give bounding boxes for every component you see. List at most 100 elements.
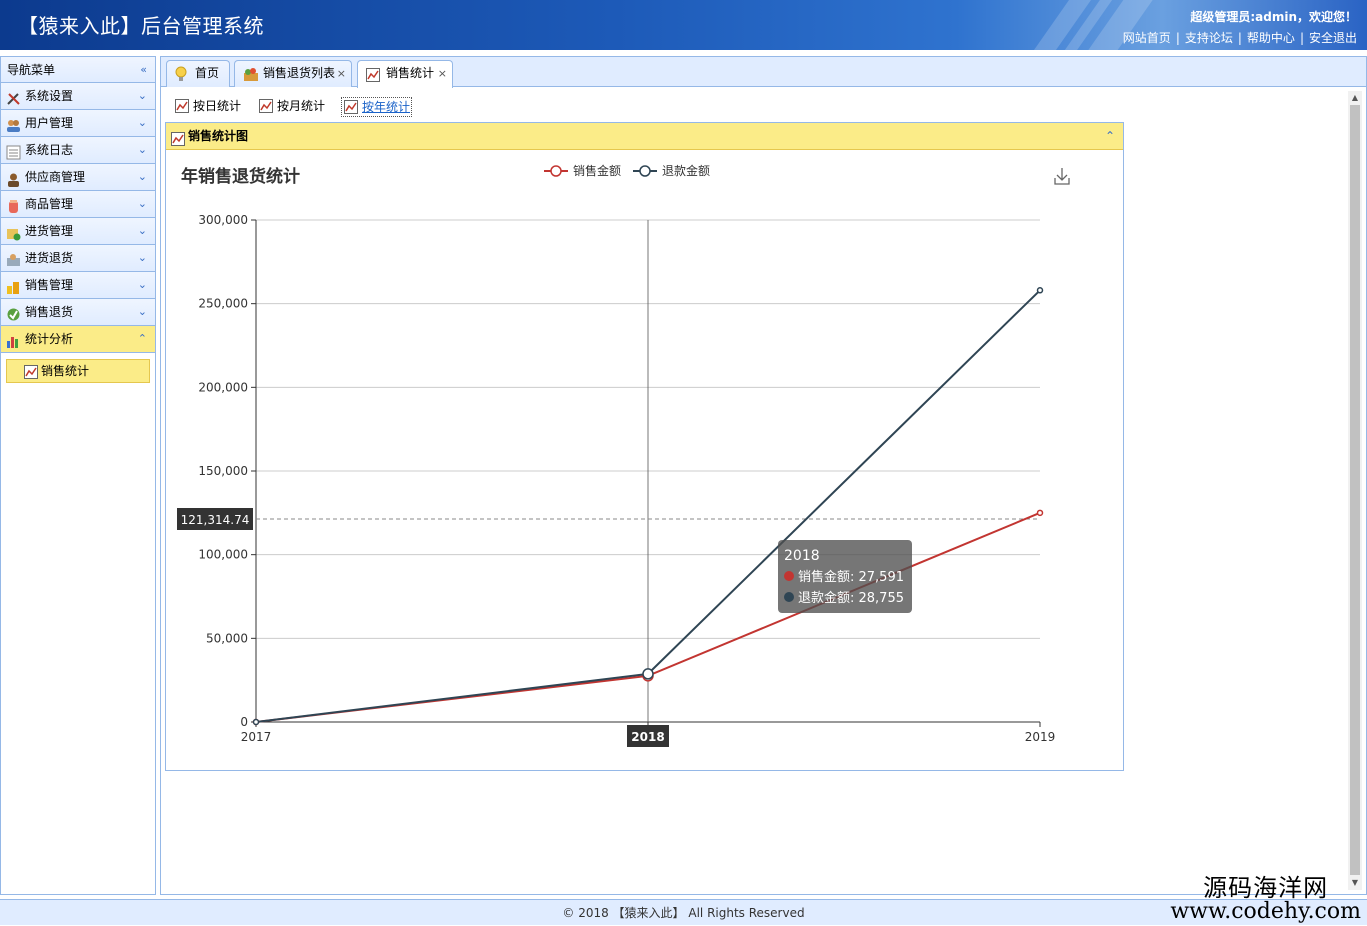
by-year-button[interactable]: 按年统计 xyxy=(341,97,412,117)
y-tick-label: 0 xyxy=(240,715,248,729)
by-year-label: 按年统计 xyxy=(362,100,411,114)
sidebar-item-label: 进货管理 xyxy=(25,224,74,238)
data-point[interactable] xyxy=(1036,509,1044,517)
y-tick-label: 50,000 xyxy=(206,631,248,645)
sidebar-item-system-settings[interactable]: 系统设置 ⌄ xyxy=(1,83,155,110)
sidebar-item-label: 销售退货 xyxy=(25,305,74,319)
y-tick-label: 150,000 xyxy=(198,464,248,478)
sales-icon xyxy=(6,278,21,294)
chart-legend: 销售金额 退款金额 xyxy=(544,163,710,178)
sidebar-item-label: 商品管理 xyxy=(25,197,74,211)
sidebar-item-sales[interactable]: 销售管理 ⌄ xyxy=(1,272,155,299)
link-forum[interactable]: 支持论坛 xyxy=(1185,31,1233,45)
tooltip-row-refund: 退款金额: 28,755 xyxy=(798,590,904,606)
tab-sales-statistics[interactable]: 销售统计 × xyxy=(357,60,453,88)
statistics-submenu: 销售统计 xyxy=(1,353,155,389)
chevron-up-icon[interactable]: ⌃ xyxy=(1105,123,1115,150)
link-logout[interactable]: 安全退出 xyxy=(1309,31,1357,45)
sidebar: 导航菜单 « 系统设置 ⌄ 用户管理 ⌄ 系统日志 ⌄ 供应商管理 ⌄ 商品管理… xyxy=(0,56,156,895)
legend-label[interactable]: 销售金额 xyxy=(573,163,621,178)
line-chart-icon xyxy=(175,99,189,118)
sidebar-subitem-sales-statistics[interactable]: 销售统计 xyxy=(6,359,150,383)
sidebar-item-label: 销售管理 xyxy=(25,278,74,292)
sidebar-item-label: 用户管理 xyxy=(25,116,74,130)
chevron-down-icon: ⌄ xyxy=(137,89,147,102)
data-point[interactable] xyxy=(252,718,260,726)
x-tick-label: 2019 xyxy=(1025,730,1056,744)
basket-icon xyxy=(243,66,259,91)
sidebar-item-statistics[interactable]: 统计分析 ⌃ xyxy=(1,326,155,353)
data-point[interactable] xyxy=(642,668,654,680)
tab-label: 首页 xyxy=(195,66,220,80)
chevron-down-icon: ⌄ xyxy=(137,116,147,129)
tab-home[interactable]: 首页 xyxy=(166,60,230,87)
sidebar-item-label: 进货退货 xyxy=(25,251,74,265)
app-title: 【猿来入此】后台管理系统 xyxy=(18,14,264,38)
data-point[interactable] xyxy=(1036,287,1044,294)
tooltip-row-sales: 销售金额: 27,591 xyxy=(798,569,904,585)
by-month-button[interactable]: 按月统计 xyxy=(257,97,332,117)
vertical-scrollbar[interactable]: ▲ ▼ xyxy=(1348,91,1362,890)
footer: © 2018 【猿来入此】 All Rights Reserved xyxy=(0,899,1367,925)
axis-pointer-y-label: 121,314.74 xyxy=(181,513,250,527)
bulb-icon xyxy=(175,66,187,91)
collapse-left-icon[interactable]: « xyxy=(140,57,147,83)
users-icon xyxy=(6,116,21,132)
legend-marker xyxy=(550,165,562,177)
link-help[interactable]: 帮助中心 xyxy=(1247,31,1295,45)
y-tick-label: 250,000 xyxy=(198,297,248,311)
line-chart-icon xyxy=(259,99,273,118)
chevron-down-icon: ⌄ xyxy=(137,278,147,291)
line-chart-icon xyxy=(171,129,185,156)
goods-icon xyxy=(6,197,21,213)
sidebar-item-purchase[interactable]: 进货管理 ⌄ xyxy=(1,218,155,245)
sidebar-item-label: 系统日志 xyxy=(25,143,74,157)
sidebar-item-user-management[interactable]: 用户管理 ⌄ xyxy=(1,110,155,137)
legend-label[interactable]: 退款金额 xyxy=(662,163,710,178)
watermark: 源码海洋网 www.codehy.com xyxy=(1170,868,1361,924)
chevron-down-icon: ⌄ xyxy=(137,224,147,237)
sidebar-subitem-label: 销售统计 xyxy=(41,364,90,378)
chevron-down-icon: ⌄ xyxy=(137,197,147,210)
download-icon[interactable] xyxy=(1054,168,1070,185)
chart-title: 年销售退货统计 xyxy=(181,166,300,187)
welcome-text: 超级管理员:admin，欢迎您！ xyxy=(1190,10,1357,24)
app-header: 【猿来入此】后台管理系统 超级管理员:admin，欢迎您！ 网站首页 | 支持论坛 |… xyxy=(0,0,1367,50)
y-tick-label: 100,000 xyxy=(198,548,248,562)
y-tick-label: 300,000 xyxy=(198,213,248,227)
x-tick-label: 2017 xyxy=(241,730,272,744)
sidebar-item-label: 统计分析 xyxy=(25,332,74,346)
sidebar-item-supplier[interactable]: 供应商管理 ⌄ xyxy=(1,164,155,191)
supplier-icon xyxy=(6,170,21,187)
line-chart-icon xyxy=(24,364,38,386)
close-icon[interactable]: × xyxy=(438,61,447,86)
close-icon[interactable]: × xyxy=(337,61,346,86)
by-day-label: 按日统计 xyxy=(193,99,242,113)
sidebar-title: 导航菜单 xyxy=(7,63,56,77)
sales-line-chart: 年销售退货统计 销售金额 退款金额 0 50,000 100,000 150,000 20… xyxy=(177,163,1070,747)
scroll-up-icon[interactable]: ▲ xyxy=(1348,91,1362,105)
tab-label: 销售统计 xyxy=(386,66,435,80)
by-month-label: 按月统计 xyxy=(277,99,326,113)
chart-panel-title: 销售统计图 xyxy=(188,129,249,143)
sidebar-item-sales-return[interactable]: 销售退货 ⌄ xyxy=(1,299,155,326)
chart-panel: 销售统计图 ⌃ 年销售退货统计 销售金额 退款金额 0 50,000 100,000 1… xyxy=(165,122,1124,771)
sidebar-item-system-log[interactable]: 系统日志 ⌄ xyxy=(1,137,155,164)
log-icon xyxy=(6,143,21,160)
y-tick-label: 200,000 xyxy=(198,380,248,394)
footer-text: © 2018 【猿来入此】 All Rights Reserved xyxy=(562,906,805,920)
sales-return-icon xyxy=(6,305,21,321)
sidebar-item-goods[interactable]: 商品管理 ⌄ xyxy=(1,191,155,218)
link-site-home[interactable]: 网站首页 xyxy=(1123,31,1171,45)
watermark-line1: 源码海洋网 xyxy=(1203,874,1329,902)
bar-chart-icon xyxy=(6,332,21,348)
by-day-button[interactable]: 按日统计 xyxy=(173,97,248,117)
scrollbar-thumb[interactable] xyxy=(1350,105,1360,875)
chart-tooltip: 2018 销售金额: 27,591 退款金额: 28,755 xyxy=(778,540,912,613)
tab-sales-return-list[interactable]: 销售退货列表 × xyxy=(234,60,352,87)
sidebar-item-purchase-return[interactable]: 进货退货 ⌄ xyxy=(1,245,155,272)
axis-pointer-x-label: 2018 xyxy=(631,730,664,744)
top-links: 网站首页 | 支持论坛 | 帮助中心 | 安全退出 xyxy=(1122,31,1357,45)
line-chart-icon xyxy=(344,100,358,119)
chevron-down-icon: ⌄ xyxy=(137,251,147,264)
